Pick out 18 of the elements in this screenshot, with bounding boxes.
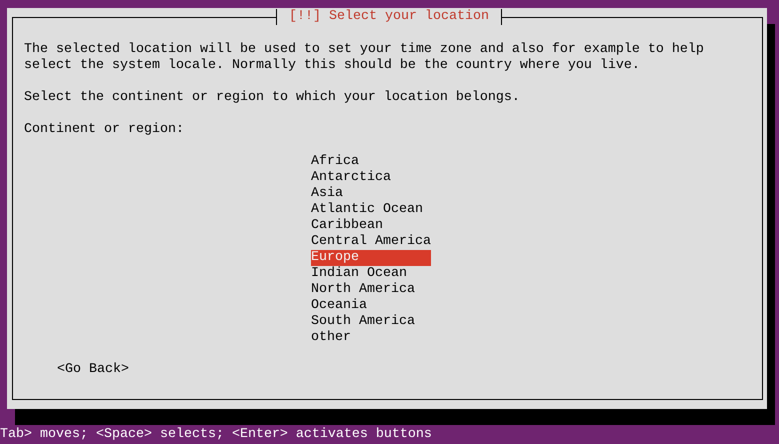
region-option[interactable]: South America: [311, 314, 431, 330]
region-option[interactable]: Africa: [311, 154, 431, 170]
region-option[interactable]: Oceania: [311, 298, 431, 314]
region-option[interactable]: Indian Ocean: [311, 266, 431, 282]
region-option[interactable]: Europe: [311, 250, 431, 266]
field-label: Continent or region:: [24, 122, 185, 138]
prompt-text: Select the continent or region to which your location belongs.: [24, 90, 521, 106]
region-option[interactable]: Atlantic Ocean: [311, 202, 431, 218]
region-option[interactable]: Antarctica: [311, 170, 431, 186]
region-option[interactable]: other: [311, 330, 431, 346]
region-option[interactable]: Central America: [311, 234, 431, 250]
description-text: The selected location will be used to set your time zone and also for example to help select the system locale. Normally this should be the country where you live.: [24, 42, 705, 74]
region-option[interactable]: Caribbean: [311, 218, 431, 234]
go-back-button[interactable]: <Go Back>: [57, 362, 129, 378]
status-bar-hint: Tab> moves; <Space> selects; <Enter> activates buttons: [0, 426, 432, 444]
region-option[interactable]: Asia: [311, 186, 431, 202]
region-option[interactable]: North America: [311, 282, 431, 298]
dialog-title: [!!] Select your location: [276, 9, 502, 25]
